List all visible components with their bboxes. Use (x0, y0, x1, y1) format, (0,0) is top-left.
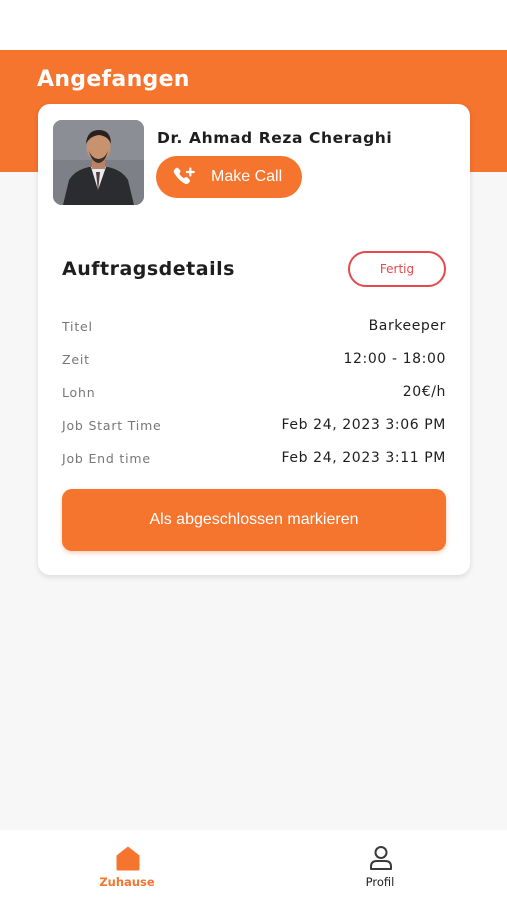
tab-profile-label: Profil (365, 875, 395, 889)
detail-label: Zeit (62, 352, 90, 367)
app-screen: Angefangen Dr. Ahmad Reza Cheraghi Make … (0, 0, 507, 900)
detail-label: Titel (62, 319, 93, 334)
detail-value: 12:00 - 18:00 (343, 351, 446, 367)
tab-home[interactable]: Zuhause (67, 830, 187, 900)
detail-label: Job End time (62, 451, 151, 466)
detail-row-wage: Lohn 20€/h (62, 382, 446, 402)
make-call-button[interactable]: Make Call (156, 156, 302, 198)
detail-value: 20€/h (402, 384, 446, 400)
contact-name: Dr. Ahmad Reza Cheraghi (157, 129, 393, 147)
page-title: Angefangen (37, 67, 190, 92)
phone-add-icon (173, 167, 195, 185)
detail-label: Job Start Time (62, 418, 162, 433)
detail-row-title: Titel Barkeeper (62, 316, 446, 336)
avatar (53, 120, 144, 205)
detail-value: Barkeeper (368, 318, 446, 334)
home-icon (116, 846, 140, 871)
detail-row-time: Zeit 12:00 - 18:00 (62, 349, 446, 369)
detail-value: Feb 24, 2023 3:06 PM (281, 417, 446, 433)
person-photo (53, 120, 144, 205)
status-badge[interactable]: Fertig (348, 251, 446, 287)
order-card: Dr. Ahmad Reza Cheraghi Make Call Auftra… (38, 104, 470, 575)
mark-complete-button[interactable]: Als abgeschlossen markieren (62, 489, 446, 551)
detail-label: Lohn (62, 385, 96, 400)
make-call-label: Make Call (211, 168, 283, 185)
tab-home-label: Zuhause (99, 875, 155, 889)
detail-row-end-time: Job End time Feb 24, 2023 3:11 PM (62, 448, 446, 468)
tab-profile[interactable]: Profil (320, 830, 440, 900)
order-details-title: Auftragsdetails (62, 258, 235, 280)
detail-value: Feb 24, 2023 3:11 PM (281, 450, 446, 466)
person-icon (370, 846, 392, 870)
detail-row-start-time: Job Start Time Feb 24, 2023 3:06 PM (62, 415, 446, 435)
bottom-tab-bar: Zuhause Profil (0, 830, 507, 900)
status-bar (0, 0, 507, 50)
